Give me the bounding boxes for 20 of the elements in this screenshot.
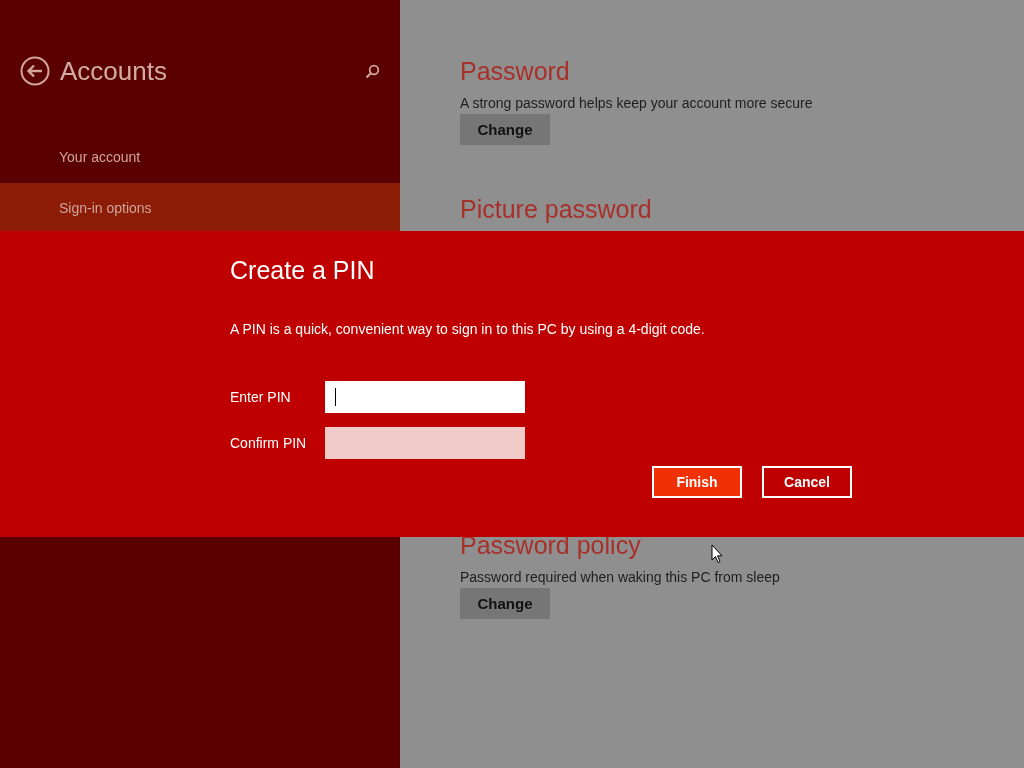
section-heading: Password	[460, 56, 570, 86]
dialog-description: A PIN is a quick, convenient way to sign in to this PC by using a 4-digit code.	[230, 320, 706, 338]
section-description: Password required when waking this PC from sleep	[460, 568, 780, 586]
pointer-icon	[711, 544, 723, 564]
field-label: Enter PIN	[230, 389, 292, 405]
finish-button[interactable]: Finish	[652, 466, 742, 498]
cancel-button[interactable]: Cancel	[762, 466, 852, 498]
field-label: Confirm PIN	[230, 435, 308, 451]
pin-field[interactable]	[325, 381, 525, 413]
section-heading: Picture password	[460, 194, 652, 224]
sidebar-title: Accounts	[60, 55, 168, 87]
section-description: A strong password helps keep your account more secure	[460, 94, 813, 112]
change-button[interactable]: Change	[460, 114, 550, 145]
section-heading: Password policy	[460, 530, 641, 560]
change-button[interactable]: Change	[460, 588, 550, 619]
search-icon[interactable]	[365, 63, 380, 79]
dialog-title: Create a PIN	[230, 255, 376, 285]
sidebar-item[interactable]: Sign-in options	[0, 183, 400, 233]
back-icon[interactable]	[20, 56, 50, 86]
sidebar-item[interactable]: Your account	[0, 132, 400, 182]
